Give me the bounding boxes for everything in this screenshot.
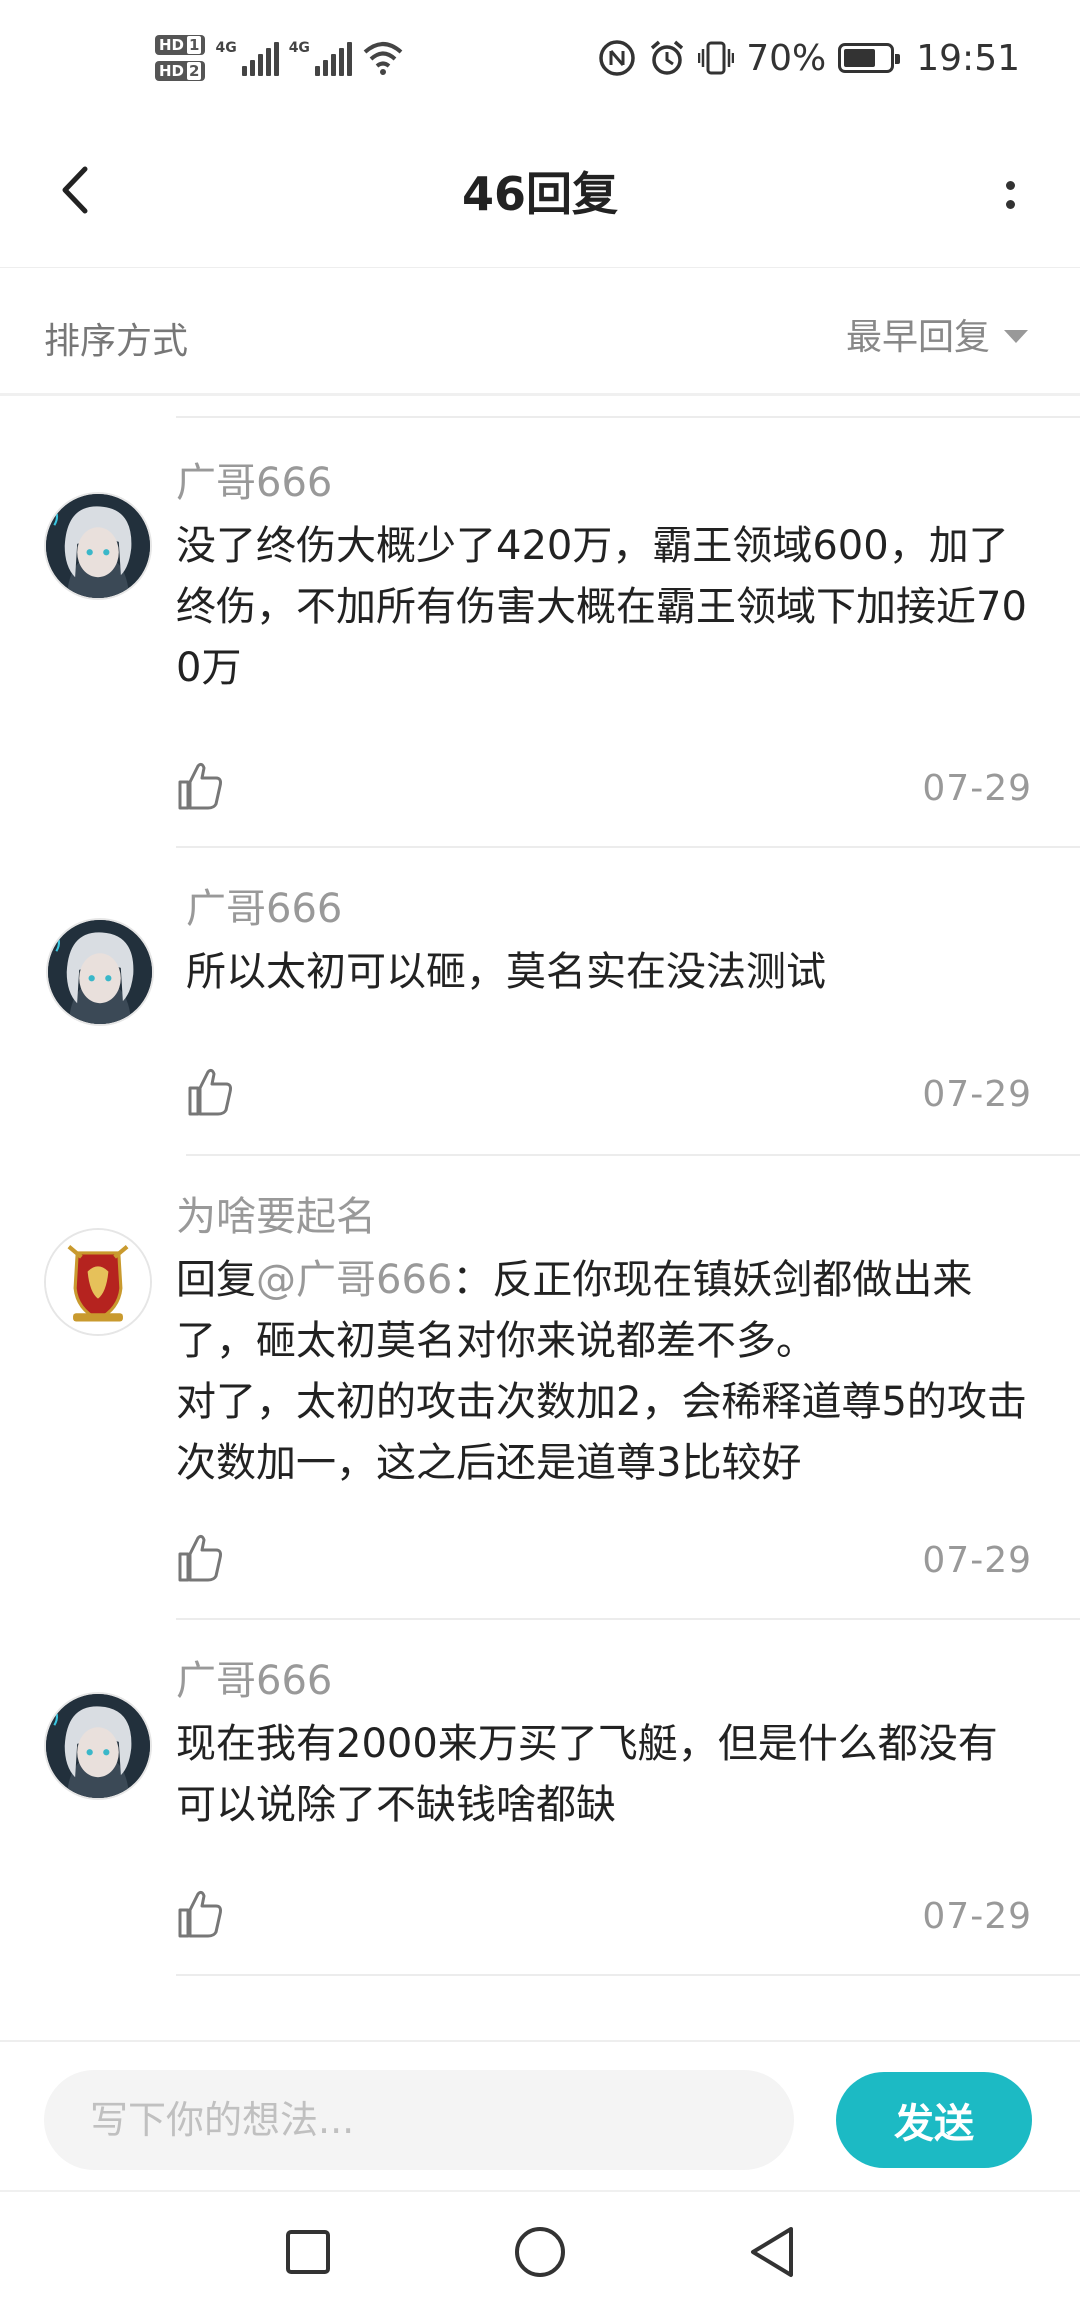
avatar[interactable] bbox=[44, 1228, 152, 1336]
comment-composer: 发送 bbox=[0, 2040, 1080, 2190]
anime-character-avatar-icon bbox=[48, 920, 152, 1024]
status-left: HD 1 HD 2 4G 4G bbox=[155, 28, 404, 88]
more-vertical-icon bbox=[1005, 200, 1015, 209]
top-app-bar: 46回复 bbox=[0, 120, 1080, 268]
divider bbox=[176, 846, 1080, 848]
anime-character-avatar-icon bbox=[46, 1694, 150, 1798]
avatar[interactable] bbox=[46, 918, 154, 1026]
sim-indicators: HD 1 HD 2 bbox=[155, 35, 206, 81]
mention-link[interactable]: @广哥666 bbox=[256, 1257, 452, 1303]
alarm-icon bbox=[651, 40, 684, 75]
comment-text: 回复@广哥666：反正你现在镇妖剑都做出来了，砸太初莫名对你来说都差不多。 对了… bbox=[176, 1250, 1032, 1494]
signal-icon: 4G bbox=[289, 40, 352, 76]
status-bar: HD 1 HD 2 4G 4G 70% 19:51 bbox=[0, 0, 1080, 120]
divider bbox=[176, 416, 1080, 418]
caret-down-icon bbox=[1004, 329, 1028, 343]
crest-avatar-icon bbox=[46, 1230, 150, 1334]
battery-level bbox=[844, 49, 876, 67]
clock: 19:51 bbox=[916, 37, 1020, 79]
comment-author[interactable]: 为啥要起名 bbox=[176, 1192, 1032, 1242]
sort-selected-value: 最早回复 bbox=[845, 317, 990, 358]
comment-author[interactable]: 广哥666 bbox=[176, 458, 1032, 508]
comment-date: 07-29 bbox=[922, 1074, 1032, 1115]
battery-percent: 70% bbox=[746, 37, 827, 79]
divider bbox=[176, 1618, 1080, 1620]
send-button[interactable]: 发送 bbox=[836, 2072, 1032, 2168]
sim1-hd-icon: HD 1 bbox=[155, 35, 206, 55]
sim2-hd-icon: HD 2 bbox=[155, 61, 206, 81]
page-title: 46回复 bbox=[461, 167, 618, 221]
thumbs-up-icon[interactable] bbox=[176, 760, 224, 812]
thumbs-up-icon[interactable] bbox=[186, 1066, 234, 1118]
back-triangle-icon bbox=[751, 2227, 793, 2277]
comment-list[interactable]: 广哥666 没了终伤大概少了420万，霸王领域600，加了终伤，不加所有伤害大概… bbox=[0, 400, 1080, 2040]
thumbs-up-icon[interactable] bbox=[176, 1532, 224, 1584]
wifi-icon bbox=[363, 42, 403, 75]
recent-apps-icon bbox=[286, 2230, 330, 2274]
comment-author[interactable]: 广哥666 bbox=[176, 1656, 1032, 1706]
sort-label: 排序方式 bbox=[44, 321, 189, 362]
anime-character-avatar-icon bbox=[46, 494, 150, 598]
comment-date: 07-29 bbox=[922, 1540, 1032, 1581]
avatar[interactable] bbox=[44, 1692, 152, 1800]
battery-icon bbox=[838, 43, 901, 73]
comment-date: 07-29 bbox=[922, 1896, 1032, 1937]
comment-author[interactable]: 广哥666 bbox=[186, 884, 1032, 934]
divider bbox=[186, 1154, 1080, 1156]
vibrate-icon bbox=[698, 41, 735, 75]
divider bbox=[176, 1974, 1080, 1976]
more-button[interactable] bbox=[980, 160, 1040, 230]
reply-prefix: 回复 bbox=[176, 1257, 256, 1303]
nfc-icon bbox=[599, 40, 635, 76]
home-icon bbox=[515, 2227, 565, 2277]
thumbs-up-icon[interactable] bbox=[176, 1888, 224, 1940]
sort-bar: 排序方式 最早回复 bbox=[0, 268, 1080, 396]
comment-input[interactable] bbox=[44, 2070, 794, 2170]
comment-text: 没了终伤大概少了420万，霸王领域600，加了终伤，不加所有伤害大概在霸王领域下… bbox=[176, 523, 1027, 691]
signal-icon: 4G bbox=[215, 40, 279, 76]
comment-text: 所以太初可以砸，莫名实在没法测试 bbox=[186, 949, 826, 995]
sort-dropdown[interactable]: 最早回复 bbox=[846, 308, 1028, 360]
avatar[interactable] bbox=[44, 492, 152, 600]
back-nav-button[interactable] bbox=[740, 2220, 804, 2284]
system-nav-bar bbox=[0, 2190, 1080, 2310]
comment-date: 07-29 bbox=[922, 768, 1032, 809]
status-right: 70% 19:51 bbox=[598, 28, 1020, 88]
recent-apps-button[interactable] bbox=[276, 2220, 340, 2284]
more-vertical-icon bbox=[1005, 181, 1015, 190]
comment-text: 现在我有2000来万买了飞艇，但是什么都没有可以说除了不缺钱啥都缺 bbox=[176, 1721, 998, 1828]
home-button[interactable] bbox=[508, 2220, 572, 2284]
